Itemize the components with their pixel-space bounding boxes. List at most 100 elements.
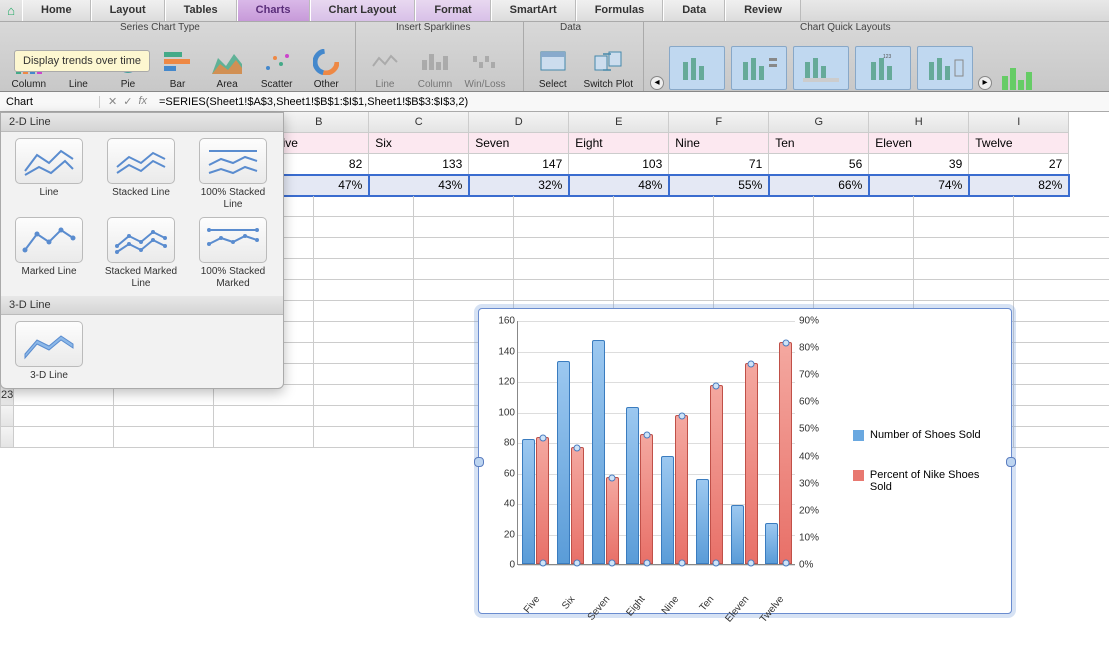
cell[interactable] <box>314 280 414 301</box>
column-header[interactable]: G <box>769 112 869 133</box>
cell[interactable] <box>1014 280 1109 301</box>
row-header[interactable] <box>0 406 14 427</box>
data-switch-plot[interactable]: Switch Plot <box>578 36 639 90</box>
cell[interactable] <box>914 259 1014 280</box>
tab-layout[interactable]: Layout <box>91 0 165 21</box>
embedded-chart[interactable]: 020406080100120140160 0%10%20%30%40%50%6… <box>478 308 1012 614</box>
cell[interactable] <box>314 406 414 427</box>
tab-tables[interactable]: Tables <box>165 0 237 21</box>
column-header[interactable]: E <box>569 112 669 133</box>
cell[interactable] <box>1014 301 1109 322</box>
cell[interactable] <box>314 322 414 343</box>
cell[interactable]: 133 <box>369 154 469 175</box>
cell[interactable] <box>114 406 214 427</box>
cell[interactable] <box>1014 259 1109 280</box>
quick-layout-4[interactable]: 123 <box>855 46 911 90</box>
cell[interactable] <box>314 427 414 448</box>
column-header[interactable]: B <box>269 112 369 133</box>
column-header[interactable]: F <box>669 112 769 133</box>
tab-smartart[interactable]: SmartArt <box>491 0 576 21</box>
cell[interactable] <box>14 406 114 427</box>
cell[interactable] <box>214 406 314 427</box>
cell[interactable] <box>1014 217 1109 238</box>
cell[interactable] <box>414 217 514 238</box>
tab-format[interactable]: Format <box>415 0 490 21</box>
cell[interactable] <box>414 259 514 280</box>
cell[interactable] <box>614 259 714 280</box>
cell[interactable]: 66% <box>769 175 869 196</box>
tab-charts[interactable]: Charts <box>237 0 310 21</box>
cell[interactable] <box>414 280 514 301</box>
column-header[interactable]: D <box>469 112 569 133</box>
column-header[interactable]: C <box>369 112 469 133</box>
cell[interactable] <box>214 427 314 448</box>
cell[interactable] <box>314 301 414 322</box>
cell[interactable] <box>314 364 414 385</box>
cell[interactable] <box>514 238 614 259</box>
chart-type-area[interactable]: Area <box>202 36 252 90</box>
cell[interactable]: Six <box>369 133 469 154</box>
cell[interactable]: 56 <box>769 154 869 175</box>
cell[interactable]: 43% <box>369 175 469 196</box>
sparkline-column[interactable]: Column <box>410 36 460 90</box>
cell[interactable] <box>714 238 814 259</box>
formula-input[interactable]: =SERIES(Sheet1!$A$3,Sheet1!$B$1:$I$1,She… <box>155 96 1109 108</box>
tab-home[interactable]: Home <box>22 0 91 21</box>
cell[interactable]: 103 <box>569 154 669 175</box>
cell[interactable] <box>914 217 1014 238</box>
cell[interactable] <box>714 259 814 280</box>
cell[interactable]: 82% <box>969 175 1069 196</box>
cell[interactable]: 71 <box>669 154 769 175</box>
cell[interactable] <box>814 217 914 238</box>
cell[interactable] <box>414 196 514 217</box>
row-header[interactable] <box>0 427 14 448</box>
cell[interactable] <box>314 259 414 280</box>
cell[interactable] <box>814 259 914 280</box>
quick-layout-prev[interactable]: ◂ <box>650 76 664 90</box>
cell[interactable] <box>614 217 714 238</box>
sparkline-winloss[interactable]: Win/Loss <box>460 36 510 90</box>
cell[interactable] <box>1014 196 1109 217</box>
cell[interactable] <box>314 343 414 364</box>
cell[interactable] <box>14 427 114 448</box>
cell[interactable] <box>514 217 614 238</box>
chart-type-bar[interactable]: Bar <box>153 36 203 90</box>
cell[interactable]: Ten <box>769 133 869 154</box>
cell[interactable] <box>714 217 814 238</box>
line-type-marked[interactable]: Marked Line <box>7 217 91 290</box>
name-box[interactable]: Chart <box>0 96 100 108</box>
cell[interactable] <box>314 217 414 238</box>
cell[interactable] <box>1014 406 1109 427</box>
cell[interactable] <box>914 238 1014 259</box>
cell[interactable] <box>314 385 414 406</box>
line-type-stacked-marked[interactable]: Stacked Marked Line <box>99 217 183 290</box>
quick-layout-1[interactable] <box>669 46 725 90</box>
line-type-3d[interactable]: 3-D Line <box>7 321 91 382</box>
confirm-icon[interactable]: ✓ <box>123 95 132 108</box>
data-select[interactable]: Select <box>528 36 578 90</box>
cell[interactable] <box>814 280 914 301</box>
cell[interactable] <box>1014 385 1109 406</box>
line-type-line[interactable]: Line <box>7 138 91 211</box>
tab-chart-layout[interactable]: Chart Layout <box>310 0 416 21</box>
cell[interactable] <box>314 196 414 217</box>
cancel-icon[interactable]: ✕ <box>108 95 117 108</box>
quick-layout-next[interactable]: ▸ <box>978 76 992 90</box>
cell[interactable] <box>614 280 714 301</box>
cell[interactable] <box>314 238 414 259</box>
home-icon[interactable]: ⌂ <box>0 0 22 21</box>
chart-type-other[interactable]: Other <box>301 36 351 90</box>
cell[interactable] <box>1014 427 1109 448</box>
cell[interactable] <box>614 196 714 217</box>
fx-icon[interactable]: fx <box>138 95 147 108</box>
cell[interactable]: 55% <box>669 175 769 196</box>
tab-data[interactable]: Data <box>663 0 725 21</box>
cell[interactable] <box>514 259 614 280</box>
cell[interactable]: Nine <box>669 133 769 154</box>
quick-layout-3[interactable] <box>793 46 849 90</box>
cell[interactable] <box>914 280 1014 301</box>
cell[interactable] <box>614 238 714 259</box>
cell[interactable]: Seven <box>469 133 569 154</box>
cell[interactable]: Twelve <box>969 133 1069 154</box>
line-type-stacked[interactable]: Stacked Line <box>99 138 183 211</box>
